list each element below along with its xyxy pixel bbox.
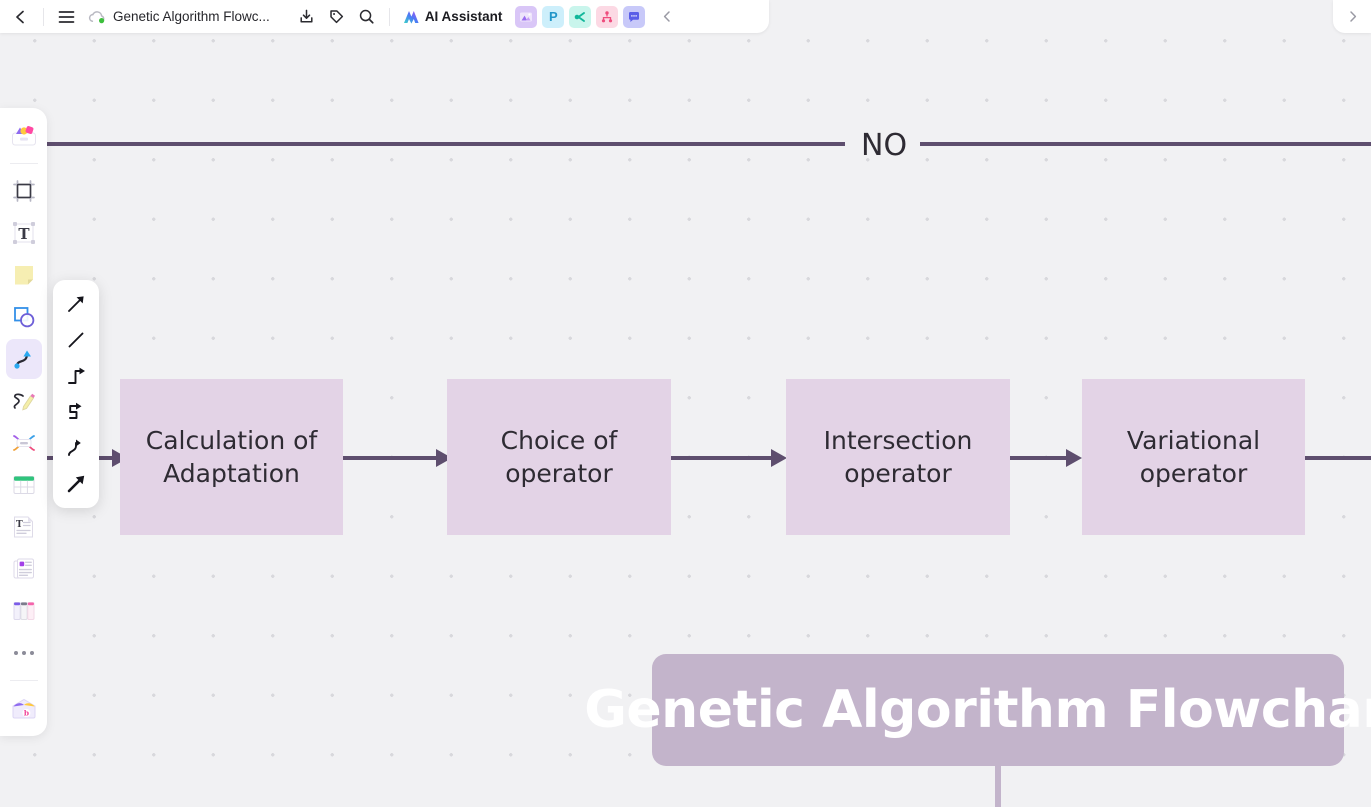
sidebar-item-connector[interactable] (5, 339, 42, 379)
sidebar-item-pen[interactable] (6, 381, 42, 421)
pen-tool-icon (13, 392, 35, 410)
plain-line-connector-icon (68, 332, 84, 348)
sidebar-item-card[interactable] (6, 549, 42, 589)
card-tool-icon (13, 558, 34, 579)
more-tools-icon (13, 651, 34, 655)
flow-node-calculation-of-adaptation[interactable]: Calculation of Adaptation (120, 379, 343, 535)
sidebar-item-kanban[interactable] (6, 591, 42, 631)
orgchart-app-icon[interactable] (596, 5, 619, 28)
svg-text:T: T (18, 225, 30, 243)
menu-button[interactable] (51, 2, 81, 32)
connector-option-plain-line[interactable] (59, 324, 93, 356)
text-tool-icon: T (12, 222, 35, 244)
image-glyph-icon (520, 12, 533, 21)
sidebar-item-frame[interactable] (6, 171, 42, 211)
flow-node-label: Variational operator (1126, 426, 1261, 488)
sidebar-item-mindmap[interactable] (6, 423, 42, 463)
collapse-apps-button[interactable] (652, 2, 682, 32)
mindmap-tool-icon (12, 435, 35, 451)
connector-option-bold-arrow[interactable] (59, 468, 93, 500)
document-title[interactable]: Genetic Algorithm Flowc... (113, 9, 270, 24)
connector-tool-icon (13, 350, 31, 369)
mindmap-app-icon[interactable] (569, 5, 592, 28)
chevron-left-icon (16, 10, 24, 23)
no-branch-connector[interactable] (0, 126, 1371, 162)
mindmap-glyph-icon (575, 11, 586, 22)
connector-option-s-step-arrow[interactable] (59, 396, 93, 428)
no-branch-label[interactable]: NO (861, 128, 907, 163)
left-tool-rail: T T b (0, 108, 47, 736)
outgoing-connector[interactable] (1305, 446, 1371, 470)
toolbar-divider-1 (43, 7, 44, 26)
chevron-left-icon (663, 11, 670, 22)
shape-tool-icon (13, 307, 34, 328)
flow-node-label: Choice of operator (500, 426, 618, 488)
presentation-app-glyph: P (549, 9, 558, 24)
ai-sparkle-icon (403, 10, 419, 24)
tag-button[interactable] (322, 2, 352, 32)
flow-node-label: Calculation of Adaptation (145, 426, 318, 488)
sidebar-item-textbox[interactable]: T (6, 507, 42, 547)
sidebar-item-table[interactable] (6, 465, 42, 505)
search-icon (360, 9, 374, 24)
flowchart-title-text: Genetic Algorithm Flowchart (584, 680, 1371, 740)
chevron-right-icon (1349, 11, 1356, 22)
chat-glyph-icon (629, 11, 640, 22)
textbox-tool-icon: T (14, 516, 33, 538)
straight-arrow-connector-icon (68, 296, 84, 312)
connector-type-flyout (53, 280, 99, 508)
rail-divider-top (9, 163, 38, 164)
sidebar-item-more[interactable] (6, 633, 42, 673)
sidebar-item-sticky-note[interactable] (6, 255, 42, 295)
flow-node-choice-of-operator[interactable]: Choice of operator (447, 379, 671, 535)
flow-node-variational-operator[interactable]: Variational operator (1082, 379, 1305, 535)
ai-assistant-button[interactable]: AI Assistant (397, 5, 508, 29)
sidebar-item-shape[interactable] (6, 297, 42, 337)
download-icon (300, 9, 313, 23)
toolbar-divider-2 (388, 7, 390, 26)
cloud-sync-icon (88, 10, 105, 23)
s-step-arrow-connector-icon (69, 402, 82, 419)
back-button[interactable] (6, 2, 36, 32)
presentation-app-icon[interactable]: P (542, 5, 565, 28)
image-app-icon[interactable] (515, 5, 538, 28)
connector-1[interactable] (343, 446, 453, 470)
search-button[interactable] (352, 2, 382, 32)
flow-node-label: Intersection operator (823, 426, 973, 488)
orgchart-glyph-icon (602, 10, 613, 22)
templates-tool-icon: b (12, 698, 35, 719)
kanban-tool-icon (13, 602, 34, 620)
svg-text:T: T (16, 520, 23, 530)
ai-assistant-label: AI Assistant (424, 9, 503, 24)
hamburger-menu-icon (58, 10, 74, 23)
svg-text:b: b (23, 709, 28, 718)
table-tool-icon (13, 476, 34, 494)
connector-3[interactable] (1010, 446, 1084, 470)
flowchart-title-banner[interactable]: Genetic Algorithm Flowchart (584, 654, 1371, 766)
rail-divider-bottom (9, 680, 38, 681)
sidebar-item-text[interactable]: T (6, 213, 42, 253)
connector-2[interactable] (671, 446, 789, 470)
canvas-surface[interactable]: NO Calculation of Adaptation Choice of o… (0, 0, 1371, 807)
frame-tool-icon (12, 180, 35, 202)
sticky-note-tool-icon (14, 266, 33, 285)
curved-arrow-connector-icon (68, 439, 81, 456)
connector-option-straight-arrow[interactable] (59, 288, 93, 320)
tag-icon (330, 10, 344, 24)
sidebar-item-shapes-library[interactable] (6, 116, 42, 156)
connector-option-curved-arrow[interactable] (59, 432, 93, 464)
connector-option-elbow-arrow[interactable] (59, 360, 93, 392)
sidebar-item-templates[interactable]: b (6, 688, 42, 728)
banner-stem-connector (995, 766, 1001, 807)
shapes-library-icon (11, 126, 36, 146)
bold-arrow-connector-icon (67, 475, 85, 493)
cloud-sync-status[interactable] (87, 7, 107, 27)
chat-app-icon[interactable] (623, 5, 646, 28)
expand-right-panel-button[interactable] (1333, 0, 1371, 33)
elbow-arrow-connector-icon (68, 367, 85, 384)
download-button[interactable] (292, 2, 322, 32)
flow-node-intersection-operator[interactable]: Intersection operator (786, 379, 1010, 535)
top-toolbar: Genetic Algorithm Flowc... AI Assistant … (0, 0, 769, 33)
